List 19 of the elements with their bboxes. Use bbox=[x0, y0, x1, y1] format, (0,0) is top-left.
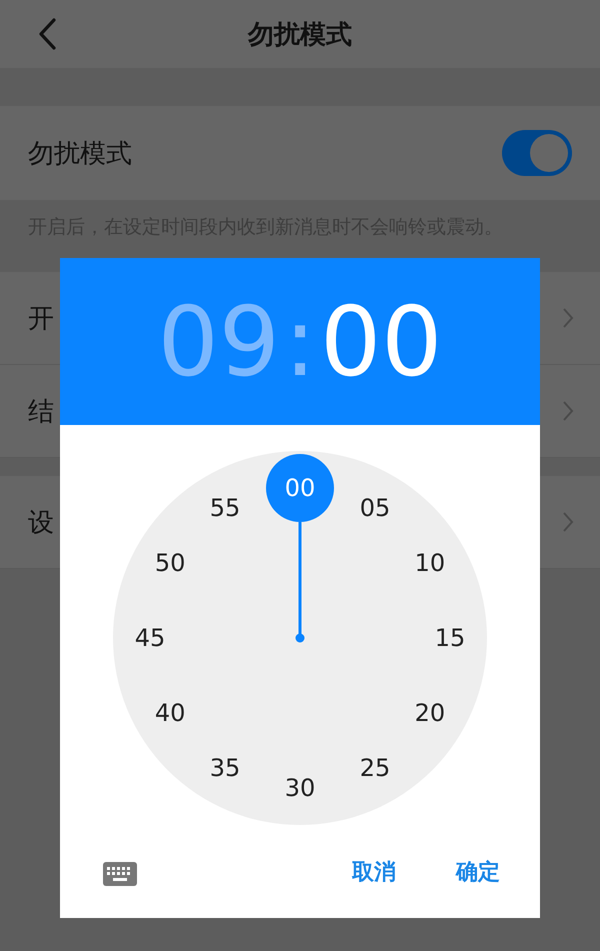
page-title: 勿扰模式 bbox=[248, 18, 352, 52]
keyboard-icon[interactable] bbox=[103, 862, 137, 886]
minute-option[interactable]: 15 bbox=[416, 604, 484, 672]
dialog-button[interactable]: 确定 bbox=[456, 856, 500, 886]
setting-label: 开 bbox=[28, 302, 54, 336]
chevron-icon[interactable] bbox=[562, 511, 574, 533]
toggle-switch[interactable] bbox=[502, 130, 572, 176]
setting-label: 结 bbox=[28, 396, 54, 428]
setting-label: 勿扰模式 bbox=[28, 138, 132, 170]
time-separator: : bbox=[284, 286, 316, 398]
chevron-icon[interactable] bbox=[562, 400, 574, 422]
minute-text[interactable]: 00 bbox=[320, 286, 442, 398]
back-icon[interactable] bbox=[38, 18, 56, 50]
minute-option[interactable]: 45 bbox=[116, 604, 184, 672]
chevron-icon[interactable] bbox=[562, 307, 574, 329]
setting-label: 设 bbox=[28, 506, 54, 540]
minute-option[interactable]: 00 bbox=[266, 454, 334, 522]
minute-option[interactable]: 30 bbox=[266, 754, 334, 822]
dialog-button[interactable]: 取消 bbox=[352, 856, 396, 886]
